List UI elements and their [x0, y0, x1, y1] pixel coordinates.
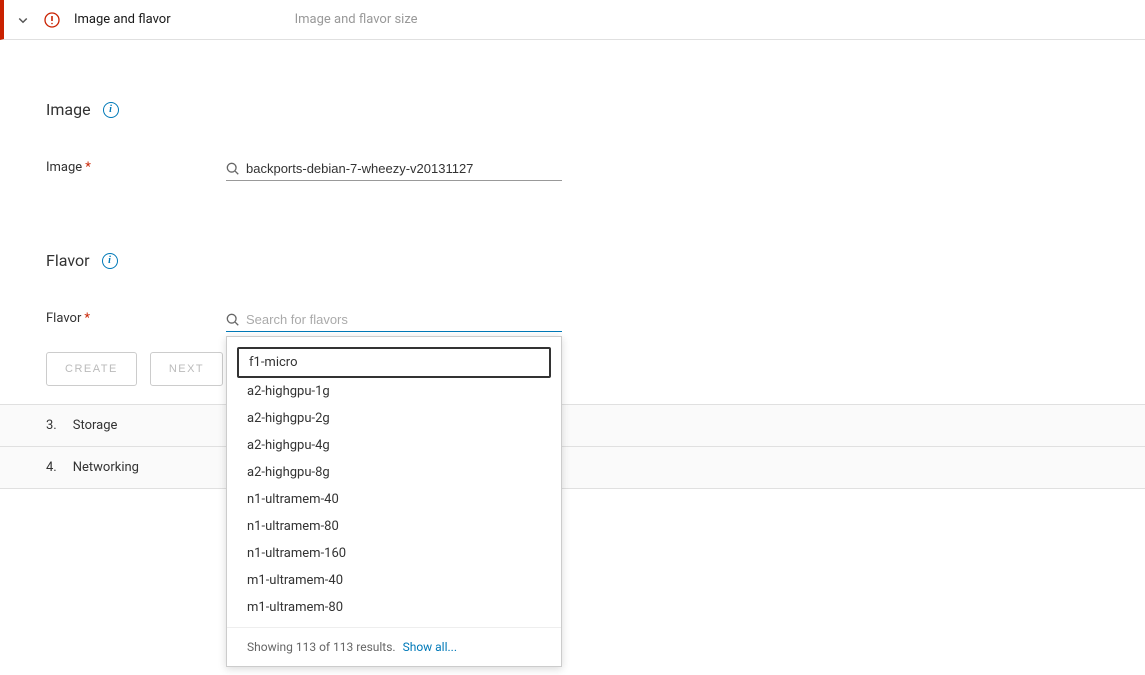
flavor-field-label: Flavor* [46, 311, 226, 332]
dropdown-item[interactable]: a2-highgpu-4g [237, 432, 551, 459]
dropdown-item[interactable]: a2-highgpu-1g [237, 378, 551, 405]
step-label: Storage [73, 418, 118, 433]
flavor-section-title: Flavor i [46, 251, 1099, 270]
dropdown-item[interactable]: m1-ultramem-80 [237, 594, 551, 621]
show-all-link[interactable]: Show all... [403, 640, 457, 654]
step-storage[interactable]: 3. Storage [0, 405, 1145, 447]
section-header[interactable]: Image and flavor Image and flavor size [0, 0, 1145, 40]
info-icon[interactable]: i [102, 253, 118, 269]
image-section-title: Image i [46, 100, 1099, 119]
chevron-down-icon [16, 13, 30, 27]
dropdown-item[interactable]: a2-highgpu-2g [237, 405, 551, 432]
step-networking[interactable]: 4. Networking [0, 447, 1145, 489]
step-number: 4. [46, 460, 57, 475]
image-field-label: Image* [46, 160, 226, 181]
header-title: Image and flavor [74, 12, 171, 27]
search-icon [226, 313, 240, 327]
flavor-dropdown: f1-micro a2-highgpu-1g a2-highgpu-2g a2-… [226, 336, 562, 667]
header-subtitle: Image and flavor size [295, 12, 418, 27]
dropdown-item[interactable]: n1-ultramem-40 [237, 486, 551, 513]
image-input[interactable] [246, 161, 562, 176]
required-asterisk: * [84, 311, 90, 326]
flavor-title-text: Flavor [46, 251, 90, 270]
search-icon [226, 162, 240, 176]
dropdown-item[interactable]: a2-highgpu-8g [237, 459, 551, 486]
steps-list: 3. Storage 4. Networking [0, 404, 1145, 489]
step-number: 3. [46, 418, 57, 433]
create-button[interactable]: CREATE [46, 352, 137, 386]
dropdown-item[interactable]: f1-micro [237, 347, 551, 378]
button-row: CREATE NEXT C [46, 352, 1099, 386]
image-search-wrapper[interactable] [226, 157, 562, 181]
dropdown-item[interactable]: n1-ultramem-160 [237, 540, 551, 567]
alert-icon [44, 12, 60, 28]
dropdown-item[interactable]: m1-ultramem-40 [237, 567, 551, 594]
info-icon[interactable]: i [103, 102, 119, 118]
image-title-text: Image [46, 100, 91, 119]
next-button[interactable]: NEXT [150, 352, 223, 386]
required-asterisk: * [85, 160, 91, 175]
flavor-search-wrapper[interactable]: f1-micro a2-highgpu-1g a2-highgpu-2g a2-… [226, 308, 562, 332]
flavor-input[interactable] [246, 312, 562, 327]
dropdown-results-text: Showing 113 of 113 results. [247, 640, 396, 654]
dropdown-item[interactable]: n1-ultramem-80 [237, 513, 551, 540]
dropdown-footer: Showing 113 of 113 results. Show all... [227, 627, 561, 666]
dropdown-list[interactable]: f1-micro a2-highgpu-1g a2-highgpu-2g a2-… [227, 337, 561, 627]
step-label: Networking [73, 460, 139, 475]
